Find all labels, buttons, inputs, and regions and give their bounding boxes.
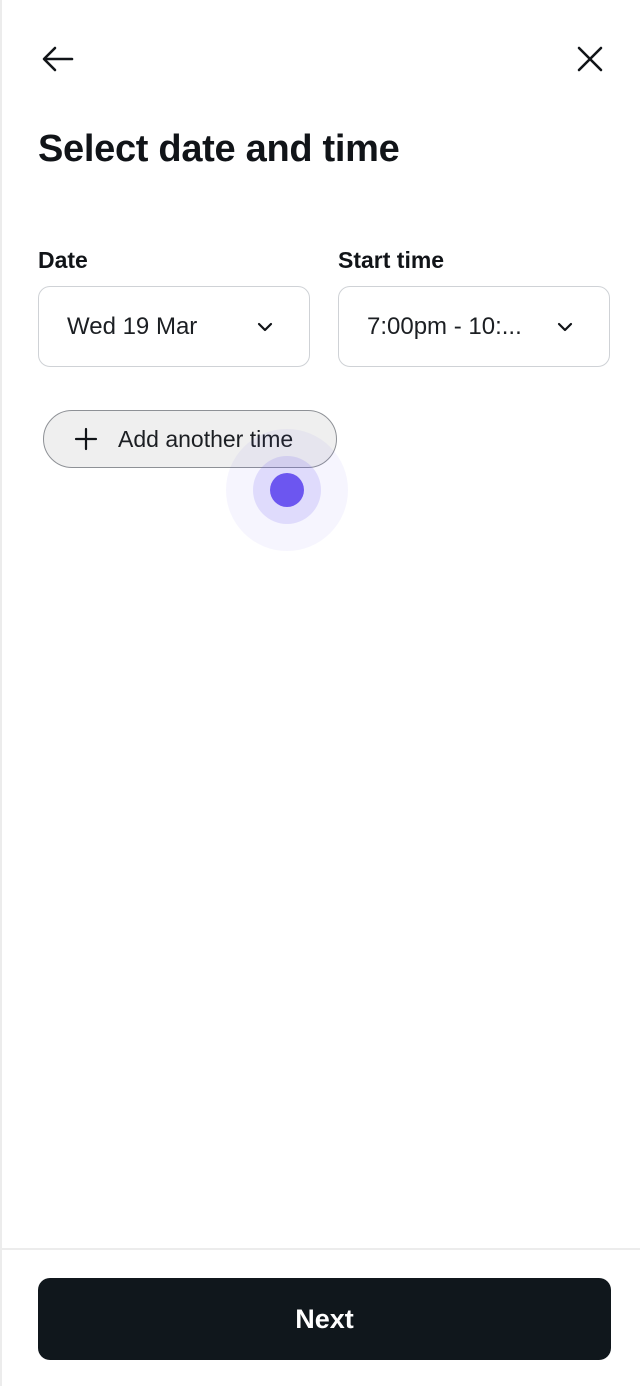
plus-icon xyxy=(74,427,98,451)
date-label: Date xyxy=(38,247,88,273)
start-time-value: 7:00pm - 10:... xyxy=(367,312,522,340)
start-time-label: Start time xyxy=(338,247,445,273)
next-button-label: Next xyxy=(295,1303,354,1334)
footer-divider xyxy=(2,1248,640,1250)
date-value: Wed 19 Mar xyxy=(67,312,198,340)
screen: Select date and time Date Start time Wed… xyxy=(0,0,640,1386)
close-button[interactable] xyxy=(568,37,612,81)
date-select[interactable]: Wed 19 Mar xyxy=(38,286,310,367)
chevron-down-icon xyxy=(557,322,573,332)
page-title: Select date and time xyxy=(38,128,400,170)
close-icon xyxy=(577,46,603,72)
touch-indicator xyxy=(270,473,304,507)
arrow-left-icon xyxy=(42,46,74,72)
next-button[interactable]: Next xyxy=(38,1278,611,1360)
start-time-select[interactable]: 7:00pm - 10:... xyxy=(338,286,610,367)
chevron-down-icon xyxy=(257,322,273,332)
back-button[interactable] xyxy=(36,37,80,81)
